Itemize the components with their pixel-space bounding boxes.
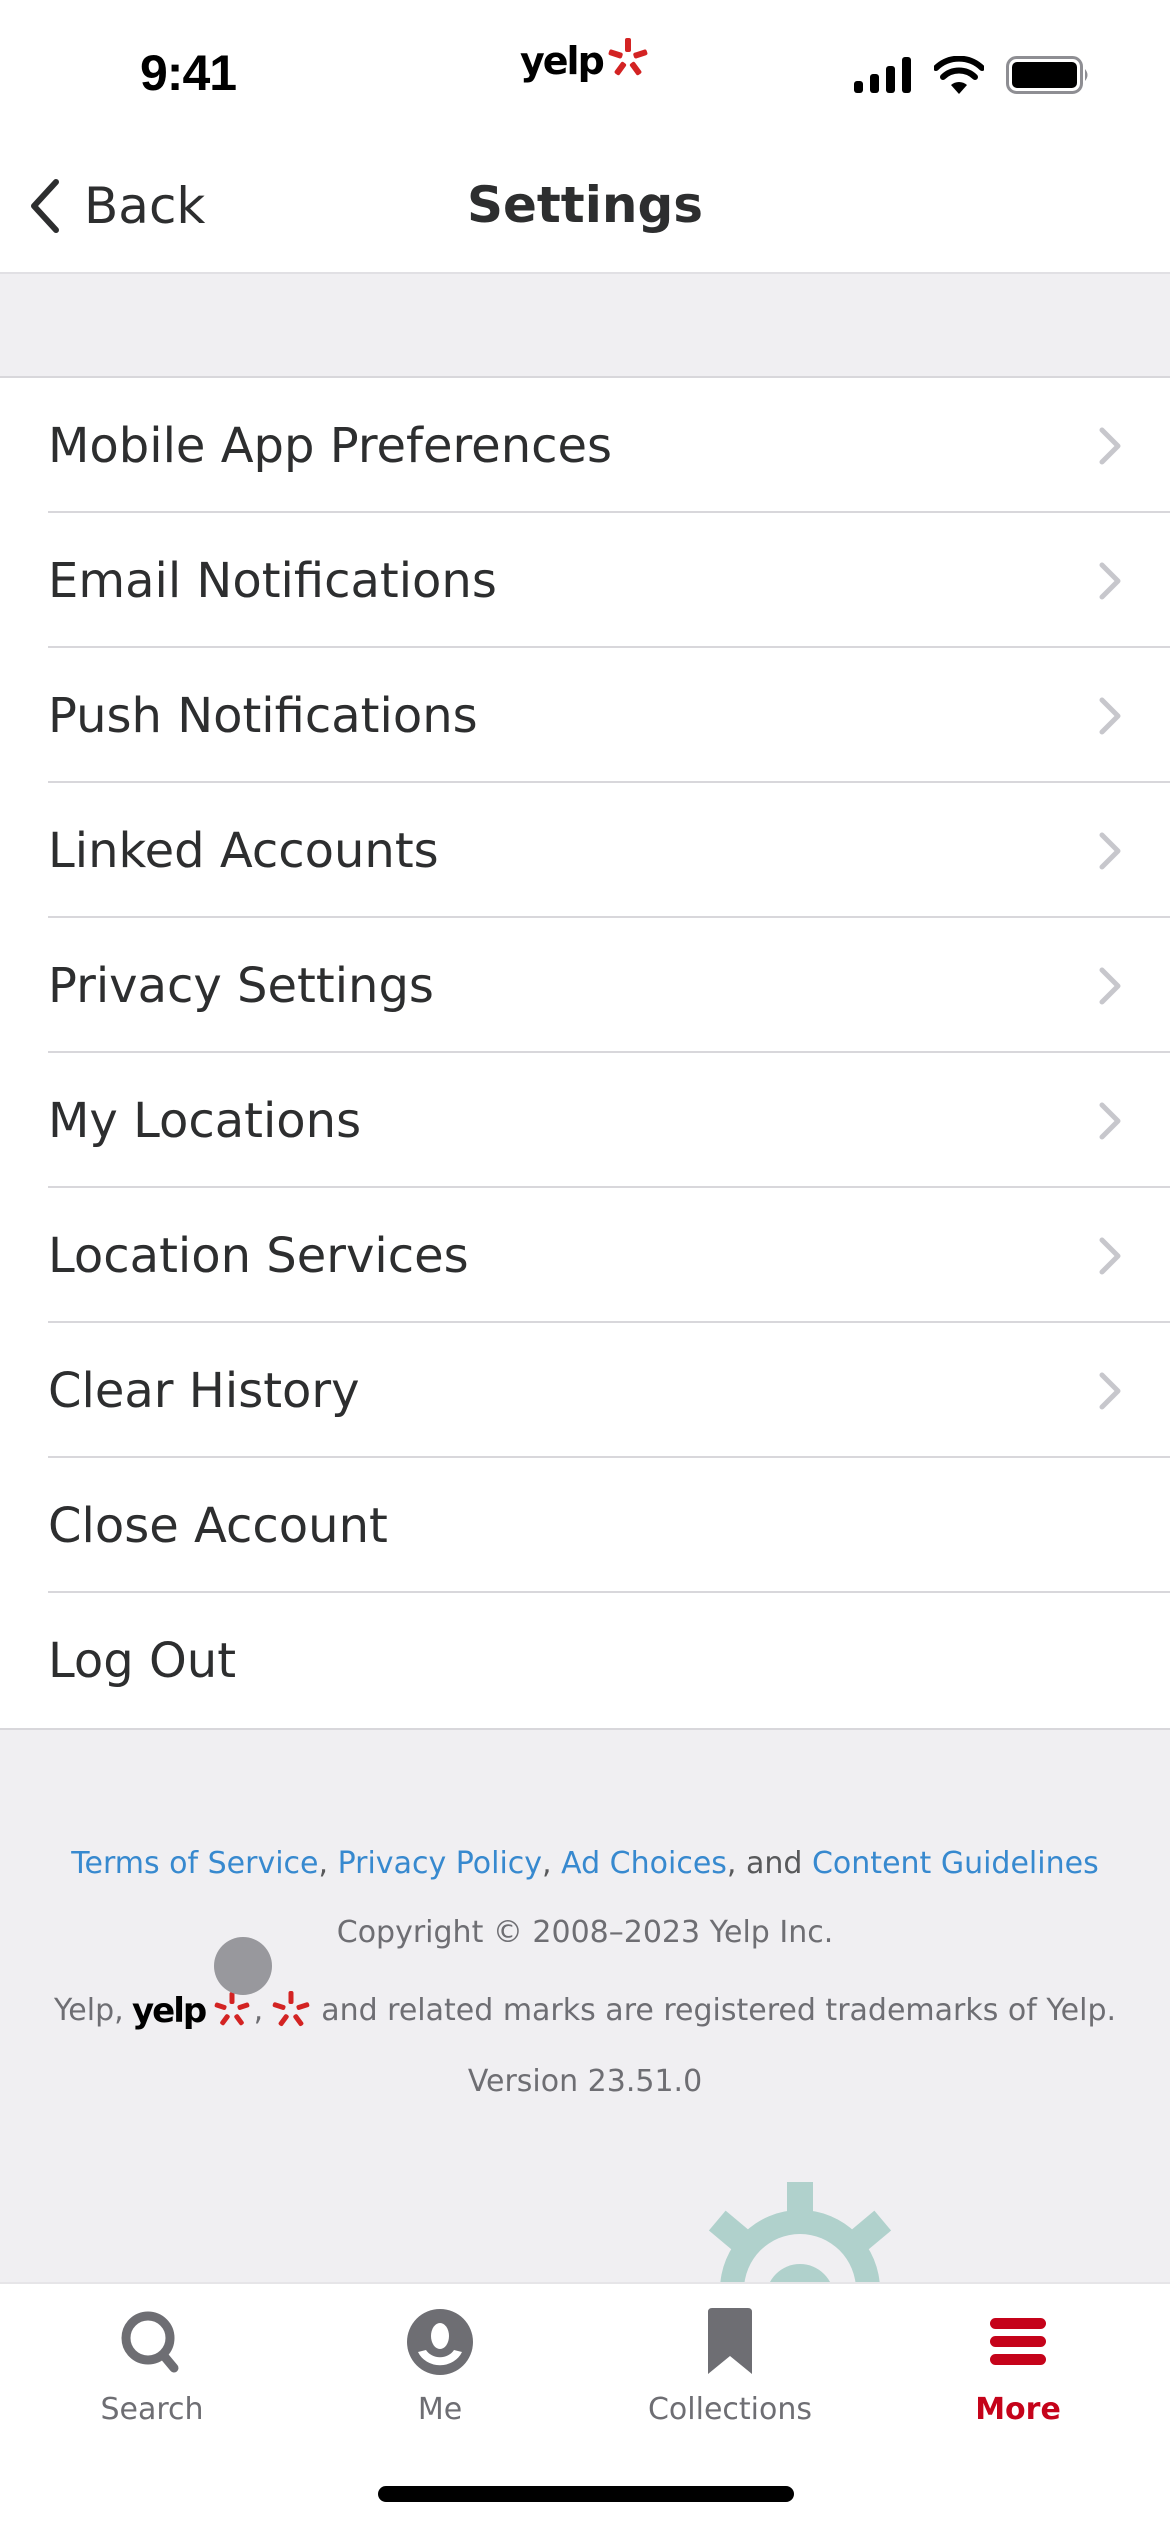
separator: ,	[318, 1846, 338, 1881]
settings-item-label: Close Account	[48, 1497, 388, 1554]
chevron-left-icon	[31, 179, 59, 233]
settings-item-email-notifications[interactable]: Email Notifications	[0, 513, 1170, 648]
svg-text:yelp: yelp	[520, 39, 604, 83]
yelp-burst-icon	[272, 1991, 310, 2027]
svg-text:yelp: yelp	[132, 1991, 206, 2031]
tab-label: More	[975, 2392, 1061, 2427]
settings-item-label: Linked Accounts	[48, 822, 439, 879]
settings-item-label: Push Notifications	[48, 687, 478, 744]
separator: ,	[542, 1846, 562, 1881]
settings-item-label: Location Services	[48, 1227, 469, 1284]
yelp-wordmark-icon: yelp	[132, 1991, 250, 2031]
ad-choices-link[interactable]: Ad Choices	[561, 1846, 727, 1881]
settings-item-label: Email Notifications	[48, 552, 497, 609]
chevron-right-icon	[1099, 832, 1121, 869]
nav-header: Back Settings	[0, 140, 1170, 274]
chevron-right-icon	[1099, 1372, 1121, 1409]
gear-icon	[708, 2182, 892, 2282]
home-indicator[interactable]	[378, 2486, 794, 2502]
tab-me[interactable]: Me	[294, 2306, 586, 2436]
tab-bar: Search Me Collections More	[0, 2282, 1170, 2532]
bookmark-icon	[708, 2308, 752, 2374]
trademark-suffix: and related marks are registered tradema…	[321, 1992, 1117, 2028]
settings-item-label: Clear History	[48, 1362, 360, 1419]
copyright-text: Copyright © 2008–2023 Yelp Inc.	[336, 1915, 834, 1950]
settings-list: Mobile App Preferences Email Notificatio…	[0, 378, 1170, 1730]
settings-item-mobile-app-preferences[interactable]: Mobile App Preferences	[0, 378, 1170, 513]
profile-icon	[407, 2309, 473, 2375]
section-spacer	[0, 274, 1170, 378]
trademark-text: Yelp, yelp , and related marks are regis…	[0, 1988, 1170, 2032]
version-text: Version 23.51.0	[467, 2064, 703, 2099]
settings-item-my-locations[interactable]: My Locations	[0, 1053, 1170, 1188]
tab-label: Search	[100, 2392, 204, 2427]
chevron-right-icon	[1099, 697, 1121, 734]
tab-label: Me	[417, 2392, 463, 2427]
chevron-right-icon	[1099, 967, 1121, 1004]
status-icons	[854, 56, 1090, 94]
back-button[interactable]: Back	[24, 176, 205, 236]
trademark-prefix: Yelp,	[53, 1992, 124, 2028]
settings-item-linked-accounts[interactable]: Linked Accounts	[0, 783, 1170, 918]
chevron-right-icon	[1099, 1102, 1121, 1139]
tab-search[interactable]: Search	[6, 2306, 298, 2436]
status-time: 9:41	[140, 45, 237, 101]
tab-label: Collections	[647, 2392, 813, 2427]
settings-item-label: Log Out	[48, 1632, 237, 1689]
settings-item-label: Privacy Settings	[48, 957, 434, 1014]
settings-item-label: My Locations	[48, 1092, 362, 1149]
terms-of-service-link[interactable]: Terms of Service	[71, 1846, 318, 1881]
wifi-icon	[934, 56, 984, 94]
cellular-signal-icon	[854, 57, 911, 93]
comma: ,	[253, 1992, 264, 2028]
settings-item-location-services[interactable]: Location Services	[0, 1188, 1170, 1323]
footer: Terms of Service, Privacy Policy, Ad Cho…	[0, 1726, 1170, 2099]
footer-links: Terms of Service, Privacy Policy, Ad Cho…	[0, 1846, 1170, 1881]
chevron-right-icon	[1099, 1237, 1121, 1274]
touch-indicator	[214, 1937, 272, 1995]
settings-item-close-account[interactable]: Close Account	[0, 1458, 1170, 1593]
chevron-right-icon	[1099, 562, 1121, 599]
status-bar: 9:41 yelp	[0, 0, 1170, 140]
battery-icon	[1006, 56, 1088, 94]
chevron-right-icon	[1099, 427, 1121, 464]
settings-item-clear-history[interactable]: Clear History	[0, 1323, 1170, 1458]
settings-item-log-out[interactable]: Log Out	[0, 1593, 1170, 1728]
settings-item-push-notifications[interactable]: Push Notifications	[0, 648, 1170, 783]
content-guidelines-link[interactable]: Content Guidelines	[812, 1846, 1099, 1881]
privacy-policy-link[interactable]: Privacy Policy	[338, 1846, 542, 1881]
separator: , and	[726, 1846, 812, 1881]
back-label: Back	[84, 177, 206, 235]
tab-more[interactable]: More	[872, 2306, 1164, 2436]
tab-collections[interactable]: Collections	[584, 2306, 876, 2436]
search-icon	[121, 2311, 179, 2373]
settings-item-privacy-settings[interactable]: Privacy Settings	[0, 918, 1170, 1053]
yelp-logo: yelp	[520, 38, 648, 83]
menu-icon	[990, 2318, 1046, 2365]
settings-item-label: Mobile App Preferences	[48, 417, 613, 474]
